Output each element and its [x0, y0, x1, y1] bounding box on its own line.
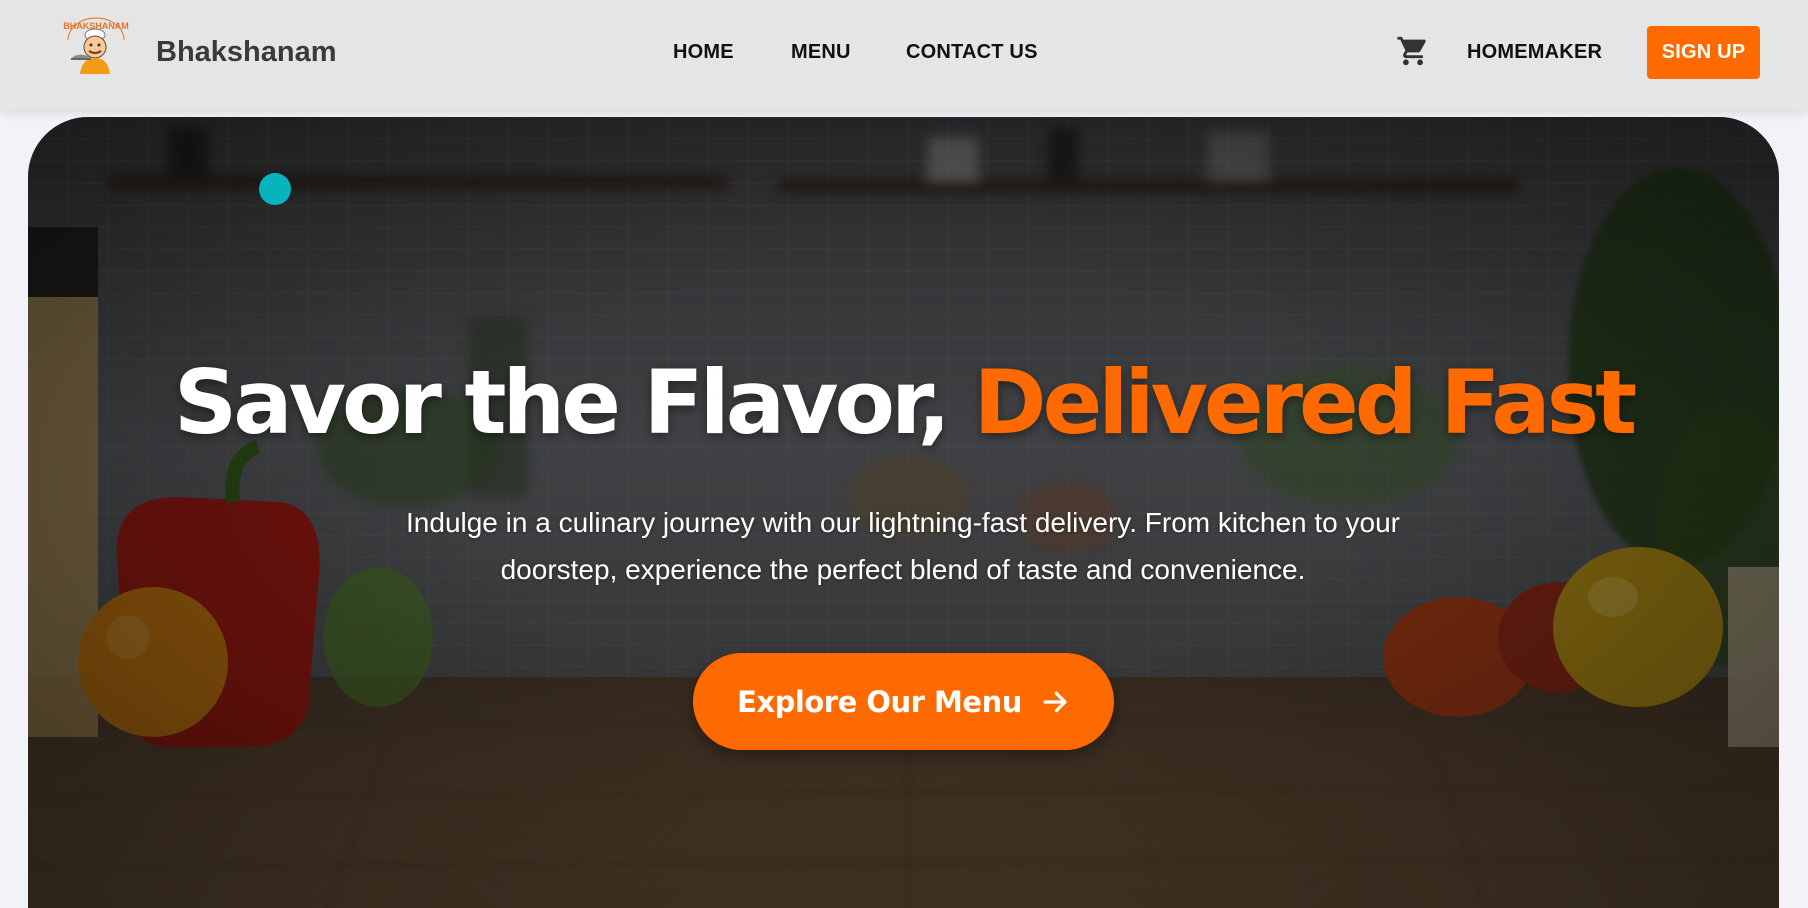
explore-menu-label: Explore Our Menu: [737, 684, 1022, 719]
top-navbar: BHAKSHANAM Bhakshanam HOME MENU CONTACT …: [0, 0, 1808, 110]
chef-mascot-logo[interactable]: BHAKSHANAM: [62, 16, 130, 76]
homemaker-link[interactable]: HOMEMAKER: [1467, 40, 1602, 64]
teal-dot-indicator: [259, 173, 291, 205]
signup-button[interactable]: SIGN UP: [1647, 26, 1760, 79]
arrow-right-icon: [1043, 691, 1067, 712]
explore-menu-button[interactable]: Explore Our Menu: [693, 653, 1114, 750]
shopping-cart-icon[interactable]: [1396, 34, 1430, 68]
headline-white-text: Savor the Flavor,: [173, 351, 951, 454]
hero-subtitle: Indulge in a culinary journey with our l…: [406, 507, 1400, 585]
hero-headline: Savor the Flavor, Delivered Fast: [28, 353, 1779, 453]
hero-section: Savor the Flavor, Delivered Fast Indulge…: [28, 117, 1779, 908]
nav-link-contact-us[interactable]: CONTACT US: [906, 40, 1038, 64]
nav-link-menu[interactable]: MENU: [791, 40, 851, 64]
nav-link-home[interactable]: HOME: [673, 40, 734, 64]
headline-accent-text: Delivered Fast: [973, 351, 1638, 454]
brand-name[interactable]: Bhakshanam: [156, 34, 337, 70]
